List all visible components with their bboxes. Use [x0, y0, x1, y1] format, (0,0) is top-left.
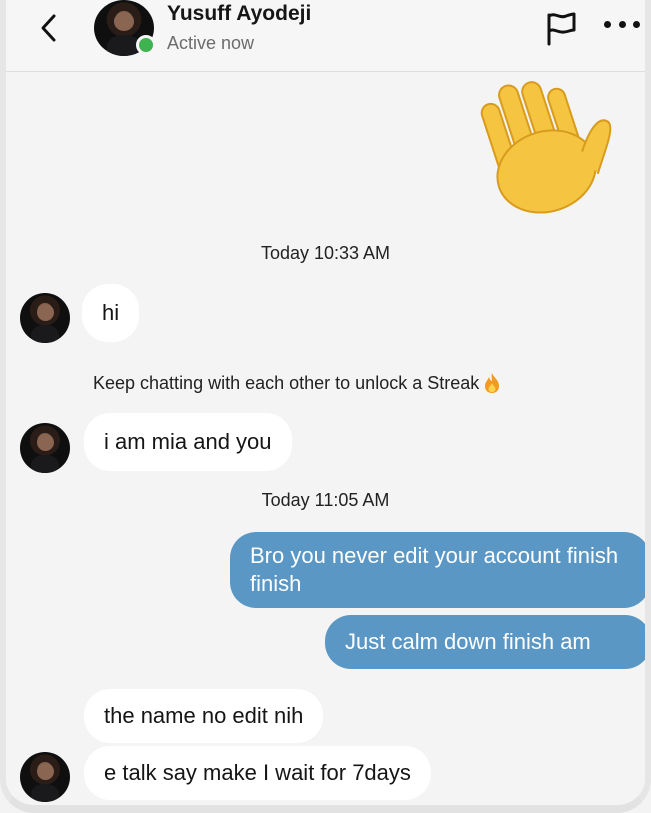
- sender-avatar[interactable]: [20, 752, 70, 802]
- online-status-dot: [136, 35, 156, 55]
- message-incoming[interactable]: the name no edit nih: [84, 689, 324, 743]
- back-button[interactable]: [34, 10, 64, 46]
- sender-avatar[interactable]: [20, 423, 70, 473]
- message-incoming[interactable]: e talk say make I wait for 7days: [84, 746, 431, 800]
- message-text: e talk say make I wait for 7days: [104, 760, 411, 785]
- more-dot: [633, 20, 640, 28]
- message-text: hi: [102, 300, 120, 325]
- report-button[interactable]: [544, 10, 578, 46]
- more-dot: [618, 20, 626, 28]
- waving-hand-emoji: [480, 81, 612, 214]
- timestamp: Today 11:05 AM: [261, 490, 390, 510]
- chat-screen: Yusuff Ayodeji Active now Today 10:33 AM: [0, 0, 651, 813]
- message-text: i am mia and you: [104, 429, 272, 454]
- timestamp: Today 10:33 AM: [260, 243, 391, 263]
- flag-icon: [547, 12, 576, 46]
- more-dot: [604, 20, 611, 28]
- chevron-left-icon: [41, 14, 56, 42]
- message-outgoing[interactable]: Bro you never edit your account finish f…: [230, 532, 645, 608]
- message-text: Just calm down finish am: [345, 629, 591, 654]
- message-incoming[interactable]: hi: [82, 284, 140, 342]
- sender-avatar[interactable]: [20, 293, 70, 343]
- chat-header: Yusuff Ayodeji Active now: [6, 0, 645, 72]
- message-text: Bro you never edit your account finish f…: [250, 543, 619, 596]
- message-text: the name no edit nih: [104, 703, 304, 728]
- streak-notice: Keep chatting with each other to unlock …: [93, 372, 501, 394]
- fire-icon: [485, 373, 500, 393]
- streak-notice-text: Keep chatting with each other to unlock …: [93, 372, 480, 393]
- more-options-button[interactable]: [604, 12, 640, 36]
- message-incoming[interactable]: i am mia and you: [84, 413, 292, 471]
- message-outgoing[interactable]: Just calm down finish am: [325, 615, 645, 669]
- contact-name[interactable]: Yusuff Ayodeji: [167, 2, 311, 26]
- contact-status: Active now: [167, 33, 255, 53]
